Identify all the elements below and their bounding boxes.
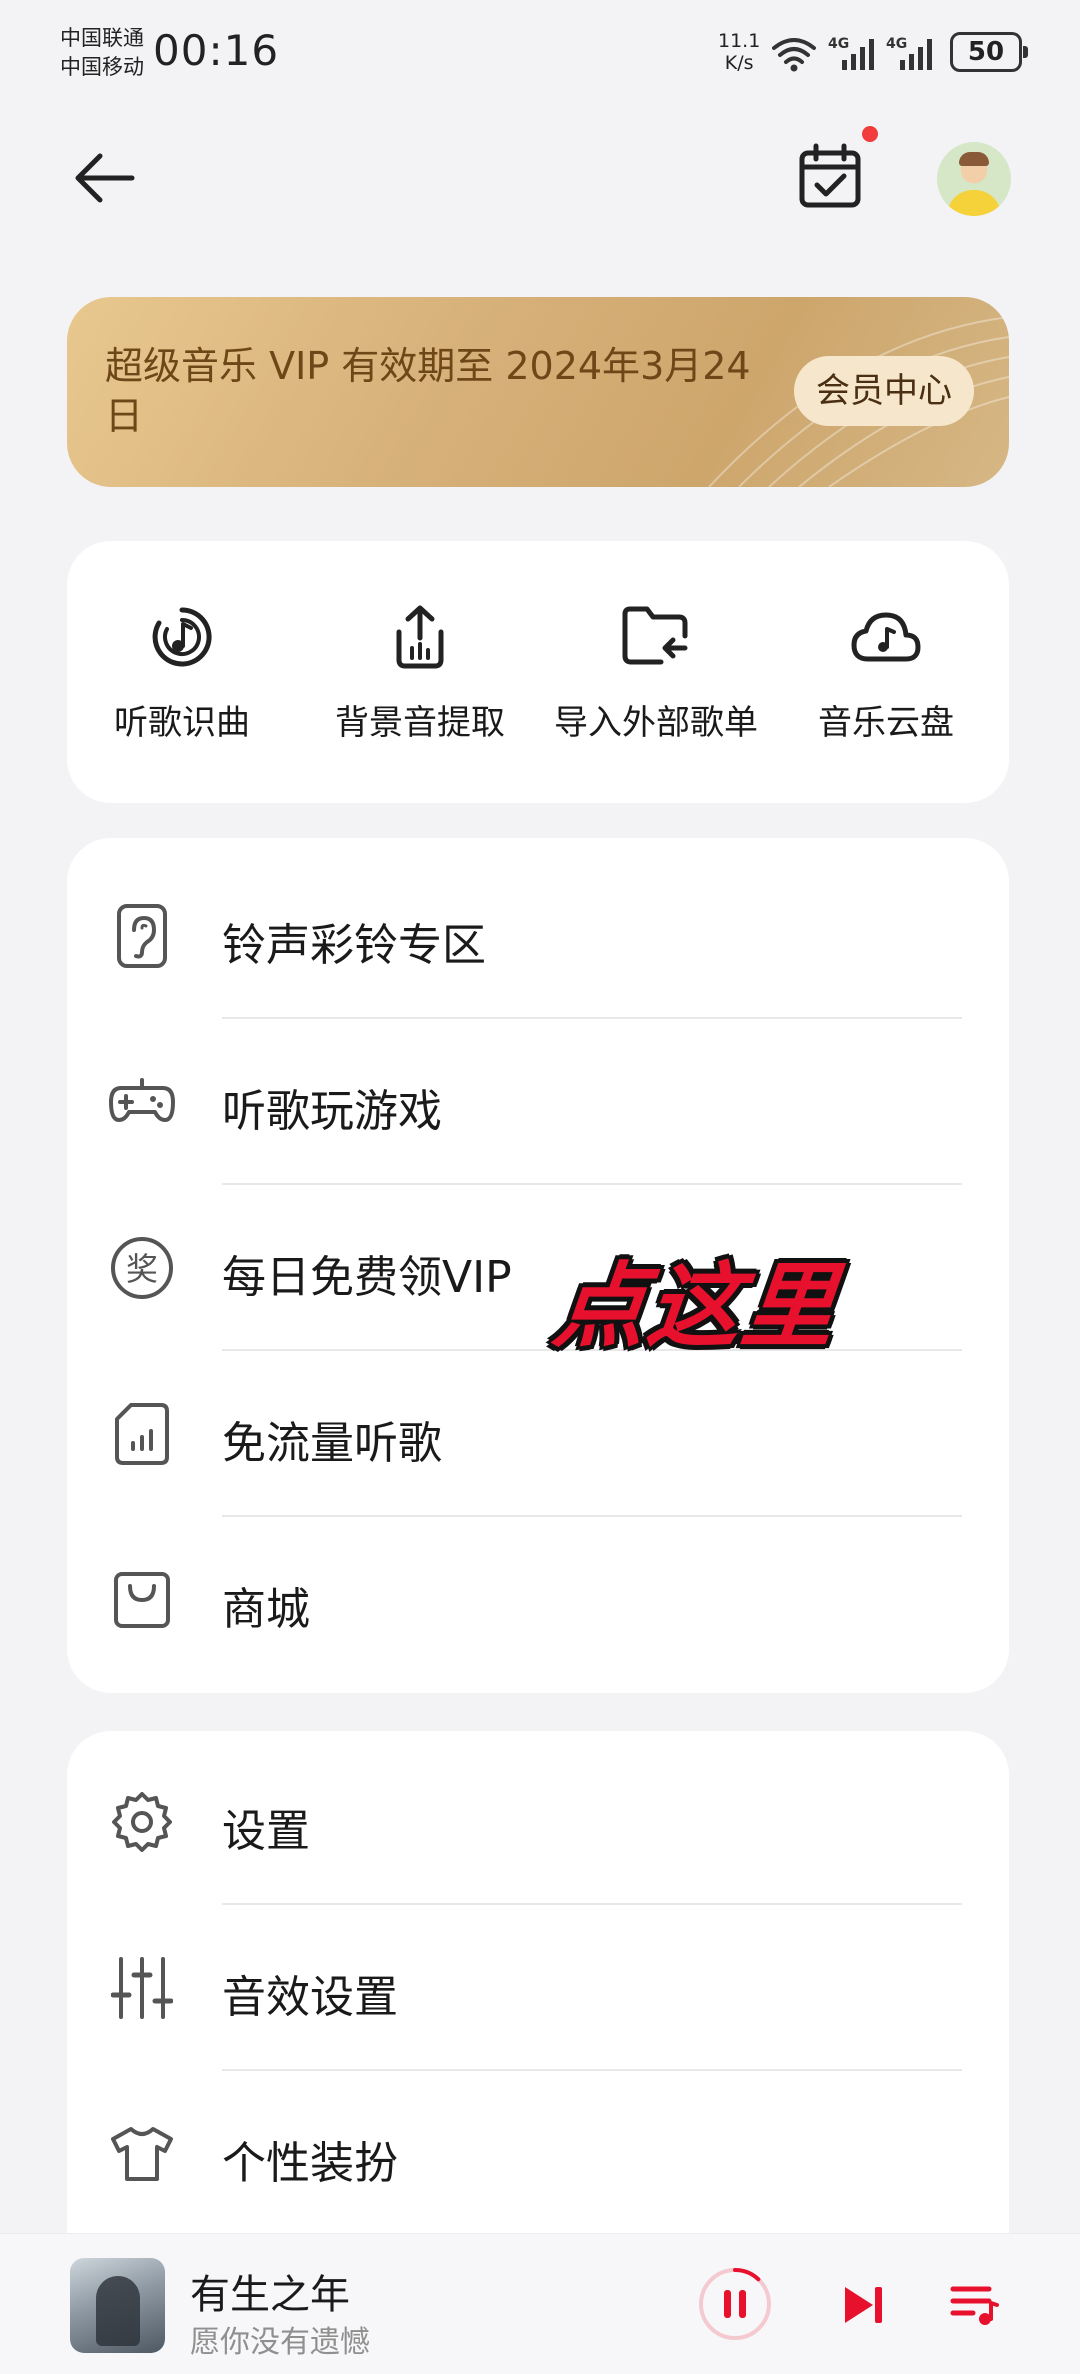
quick-action-recognize[interactable]: 听歌识曲 [67,541,297,803]
wifi-icon [770,34,818,74]
signal-4g-icon: 4G [886,34,938,74]
quick-action-label: 音乐云盘 [818,703,954,743]
notification-dot [862,126,878,142]
menu-item-label: 音效设置 [222,1972,398,2023]
menu-item-ringtone[interactable]: 铃声彩铃专区 [67,853,1009,1019]
carrier-2: 中国移动 [60,55,144,79]
award-icon: 奖 [102,1228,182,1308]
vip-banner[interactable]: 超级音乐 VIP 有效期至 2024年3月24日 会员中心 [67,297,1009,487]
quick-action-import[interactable]: 导入外部歌单 [541,541,771,803]
cloud-music-icon [846,597,926,677]
carrier-1: 中国联通 [60,26,144,50]
sim-data-icon [102,1394,182,1474]
menu-item-game[interactable]: 听歌玩游戏 [67,1019,1009,1185]
menu-item-data-free[interactable]: 免流量听歌 [67,1351,1009,1517]
carrier-info: 中国联通 中国移动 [60,24,144,82]
menu-item-label: 商城 [222,1584,310,1635]
menu-item-free-vip[interactable]: 奖 每日免费领VIP [67,1185,1009,1351]
skip-next-icon [845,2287,882,2323]
back-button[interactable] [64,140,144,220]
svg-text:4G: 4G [828,36,849,52]
status-bar: 中国联通 中国移动 00:16 11.1 K/s 4G 4G 50 [0,0,1080,110]
tshirt-icon [102,2114,182,2194]
network-speed-unit: K/s [724,52,754,74]
member-center-button[interactable]: 会员中心 [794,356,974,426]
user-avatar[interactable] [937,142,1011,216]
menu-item-settings[interactable]: 设置 [67,1739,1009,1905]
battery-indicator: 50 [950,32,1028,72]
quick-action-label: 听歌识曲 [114,703,250,743]
network-speed-value: 11.1 [718,30,761,52]
menu-item-label: 设置 [222,1806,310,1857]
menu-item-label: 每日免费领VIP [222,1252,512,1303]
song-title: 有生之年 [190,2272,350,2318]
pause-icon [699,2268,771,2340]
calendar-check-icon [798,143,862,213]
folder-import-icon [616,597,696,677]
quick-action-extract[interactable]: 背景音提取 [305,541,535,803]
quick-action-label: 背景音提取 [335,703,505,743]
menu-item-personalize[interactable]: 个性装扮 [67,2071,1009,2237]
checkin-calendar-button[interactable] [790,138,870,218]
quick-action-label: 导入外部歌单 [554,703,758,743]
gear-icon [102,1782,182,1862]
ringtone-icon [102,896,182,976]
menu-item-label: 听歌玩游戏 [222,1086,442,1137]
status-time: 00:16 [153,26,280,75]
equalizer-icon [102,1948,182,2028]
music-recognize-icon [142,597,222,677]
svg-text:奖: 奖 [126,1250,158,1288]
playlist-icon [950,2286,999,2325]
playlist-queue-button[interactable] [940,2270,1010,2340]
back-arrow-icon [72,150,136,210]
menu-item-label: 个性装扮 [222,2138,398,2189]
svg-text:4G: 4G [886,36,907,52]
audio-extract-icon [380,597,460,677]
status-icons: 4G 4G [770,32,938,76]
quick-action-cloud[interactable]: 音乐云盘 [771,541,1001,803]
mini-player[interactable]: 有生之年 愿你没有遗憾 [0,2233,1080,2374]
album-art[interactable] [70,2258,165,2353]
network-speed: 11.1 K/s [718,30,760,74]
menu-item-label: 免流量听歌 [222,1418,442,1469]
menu-item-shop[interactable]: 商城 [67,1517,1009,1683]
pause-button[interactable] [697,2266,773,2342]
menu-item-label: 铃声彩铃专区 [222,920,486,971]
shopping-bag-icon [102,1560,182,1640]
gamepad-icon [102,1062,182,1142]
services-menu: 铃声彩铃专区 听歌玩游戏 奖 每日免费领VIP 免流量听歌 商城 [67,838,1009,1693]
song-subtitle: 愿你没有遗憾 [190,2325,370,2360]
signal-4g-icon: 4G [828,34,880,74]
quick-actions-card: 听歌识曲 背景音提取 导入外部歌单 音乐云盘 [67,541,1009,803]
click-here-annotation: 点这里 [548,1253,842,1360]
menu-item-sound-effects[interactable]: 音效设置 [67,1905,1009,2071]
vip-expiry-text: 超级音乐 VIP 有效期至 2024年3月24日 [105,344,751,438]
next-track-button[interactable] [828,2270,898,2340]
